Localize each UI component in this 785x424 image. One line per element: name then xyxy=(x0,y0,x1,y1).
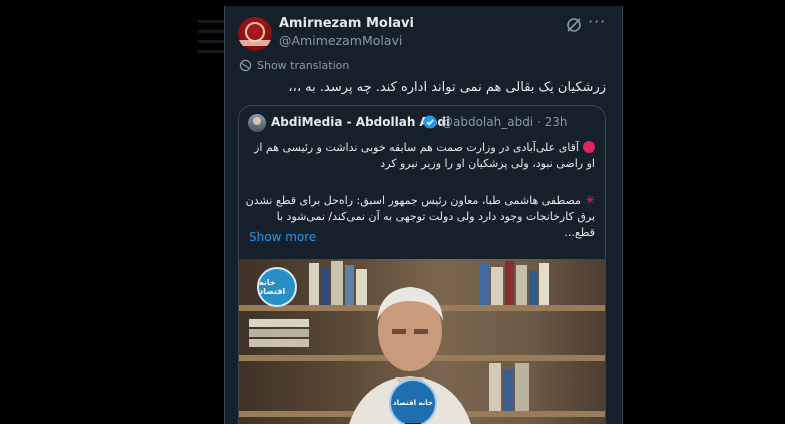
book xyxy=(249,329,309,337)
channel-logo: خانه اقتصاد xyxy=(257,267,297,307)
show-translation-link[interactable]: Show translation xyxy=(239,57,349,73)
author-handle[interactable]: @AmimezamMolavi xyxy=(279,33,402,48)
tweet-text: زرشکیان یک بقالی هم نمی تواند اداره کند.… xyxy=(288,80,606,95)
grok-icon[interactable] xyxy=(565,16,583,34)
book xyxy=(503,369,513,411)
quote-body: آقای علی‌آبادی در وزارت صمت هم سابقه خوب… xyxy=(245,140,595,241)
author-avatar[interactable] xyxy=(238,17,272,51)
quote-line-1: آقای علی‌آبادی در وزارت صمت هم سابقه خوب… xyxy=(254,141,579,154)
book xyxy=(249,319,309,327)
more-icon[interactable]: ··· xyxy=(588,12,606,31)
microphone: خانه اقتصاد xyxy=(389,379,437,424)
quote-line-3: مصطفی هاشمی طبا، معاون رئیس جمهور اسبق: … xyxy=(245,194,581,207)
show-more-link[interactable]: Show more xyxy=(249,230,316,244)
quote-avatar[interactable] xyxy=(248,114,266,132)
author-name[interactable]: Amirnezam Molavi xyxy=(279,16,414,31)
book xyxy=(491,267,503,305)
globe-icon xyxy=(239,59,252,71)
book xyxy=(529,271,537,305)
quote-author-handle[interactable]: @abdolah_abdi · 23h xyxy=(441,115,567,129)
channel-logo-text: خانه اقتصاد xyxy=(259,278,286,296)
quote-line-2: او راضی نبود، ولی پزشکیان او را وزیر نیر… xyxy=(380,157,595,170)
book xyxy=(516,265,527,305)
book xyxy=(249,339,309,347)
red-circle-icon xyxy=(583,141,595,153)
verified-badge-icon xyxy=(423,115,437,129)
sparkle-icon: ✳ xyxy=(584,193,595,207)
book xyxy=(515,363,529,411)
window-edge-shadow xyxy=(198,20,224,65)
book xyxy=(489,363,501,411)
show-translation-label: Show translation xyxy=(257,58,350,72)
right-background xyxy=(622,0,785,424)
tweet-card[interactable]: Amirnezam Molavi @AmimezamMolavi ··· Sho… xyxy=(224,6,623,424)
mic-logo-text: خانه اقتصاد xyxy=(393,399,433,407)
left-background xyxy=(0,0,222,424)
quoted-tweet[interactable]: AbdiMedia - Abdollah Abdi @abdolah_abdi … xyxy=(238,105,606,424)
book xyxy=(309,263,319,305)
book xyxy=(505,261,514,305)
book xyxy=(321,267,329,305)
quote-media-image[interactable]: خانه اقتصاد خانه اقتصاد xyxy=(239,259,605,424)
book xyxy=(539,263,549,305)
